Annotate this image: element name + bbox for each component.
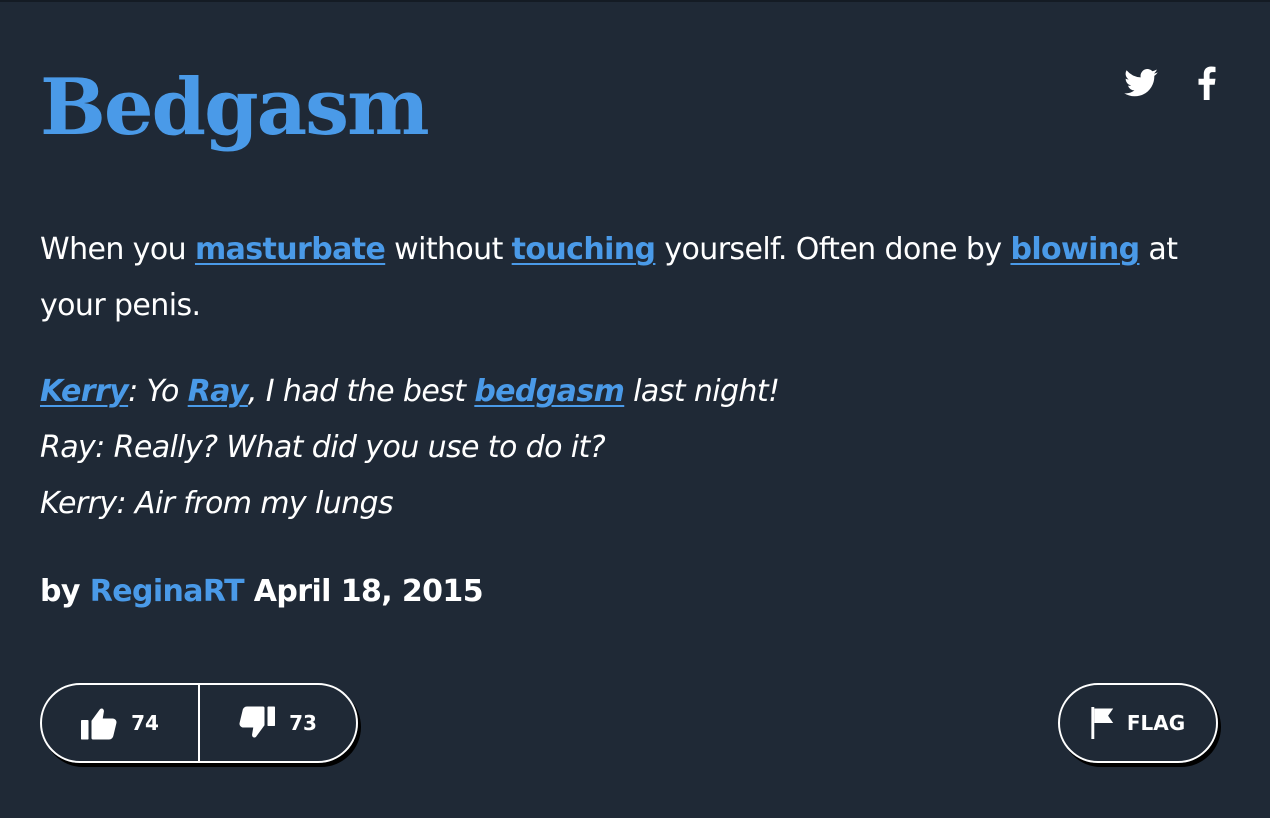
definition-meaning: When you masturbate without touching you… [40,222,1220,334]
term-link-ray[interactable]: Ray [188,374,249,409]
facebook-icon[interactable] [1198,66,1216,100]
vote-group: 74 73 [40,683,358,763]
flag-label: FLAG [1126,711,1186,735]
text-segment: without [385,232,512,267]
term-link-blowing[interactable]: blowing [1010,232,1140,267]
example-line: Ray: Really? What did you use to do it? [40,430,606,465]
word-title[interactable]: Bedgasm [40,58,430,158]
example-line: Kerry: Yo Ray, I had the best bedgasm la… [40,374,780,409]
share-bar [1124,66,1216,100]
upvote-button[interactable]: 74 [42,685,198,761]
contributor-byline: by ReginaRT April 18, 2015 [40,568,484,616]
upvote-count: 74 [131,711,159,735]
flag-icon [1091,707,1115,739]
term-link-masturbate[interactable]: masturbate [195,232,386,267]
text-segment: When you [40,232,195,267]
text-segment: Ray: Really? What did you use to do it? [40,430,606,465]
text-segment: last night! [624,374,780,409]
byline-prefix: by [40,574,80,609]
thumbs-down-icon [239,706,276,740]
text-segment: yourself. Often done by [655,232,1011,267]
definition-card: Bedgasm When you masturbate without touc… [0,0,1270,818]
text-segment: Kerry: Air from my lungs [40,486,394,521]
text-segment: , I had the best [247,374,475,409]
term-link-touching[interactable]: touching [512,232,656,267]
definition-example: Kerry: Yo Ray, I had the best bedgasm la… [40,364,1220,532]
post-date: April 18, 2015 [253,574,484,609]
thumbs-up-icon [81,706,117,740]
downvote-count: 73 [289,711,317,735]
term-link-bedgasm[interactable]: bedgasm [474,374,625,409]
flag-button[interactable]: FLAG [1058,683,1218,763]
term-link-kerry[interactable]: Kerry [40,374,129,409]
downvote-button[interactable]: 73 [198,685,356,761]
example-line: Kerry: Air from my lungs [40,486,394,521]
twitter-icon[interactable] [1124,69,1158,97]
author-link[interactable]: ReginaRT [90,574,245,609]
text-segment: : Yo [128,374,188,409]
